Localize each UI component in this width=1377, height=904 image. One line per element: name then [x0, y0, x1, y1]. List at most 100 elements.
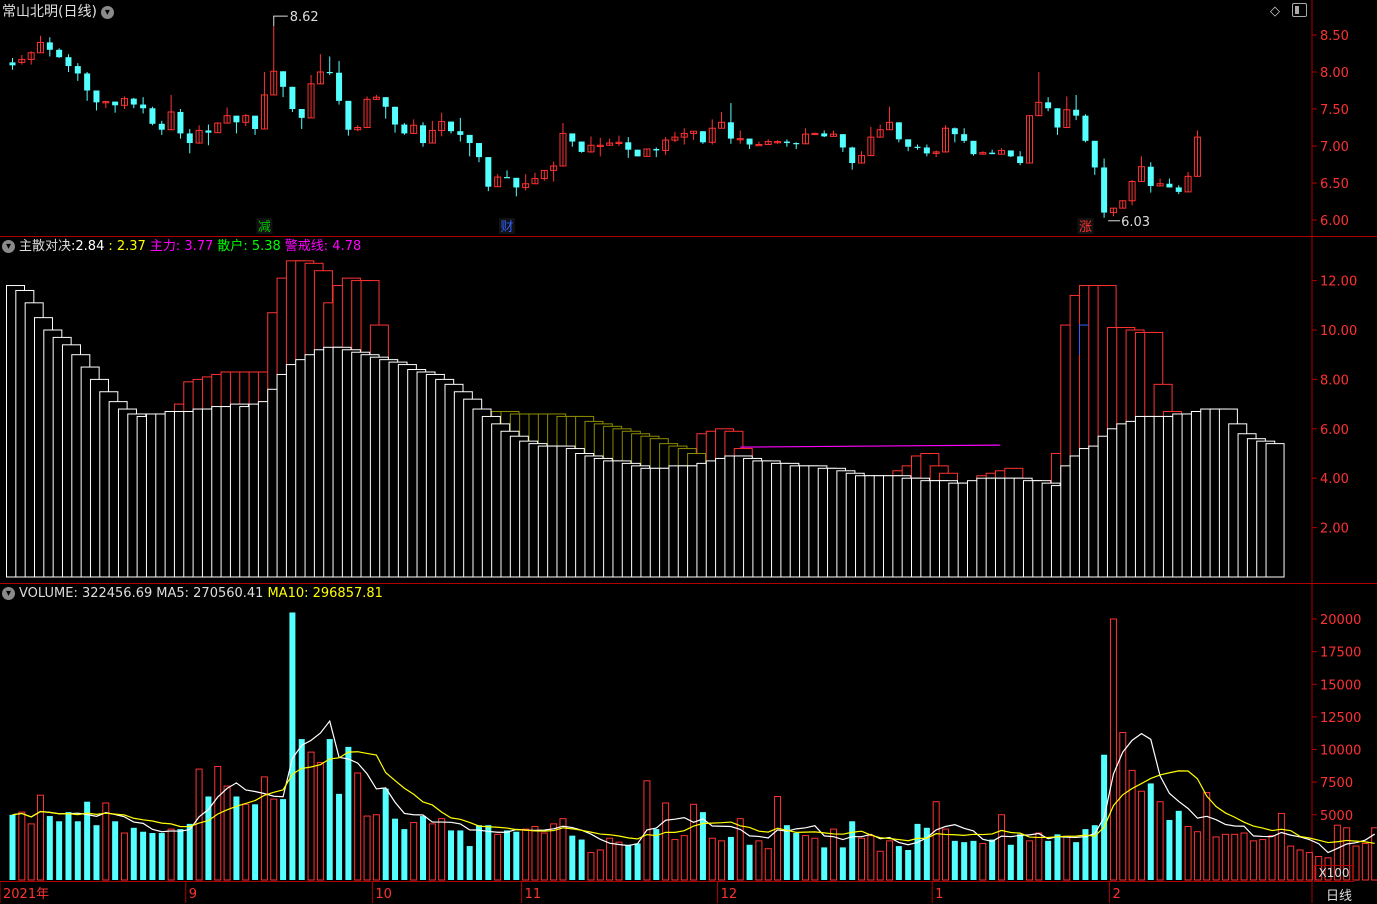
- volume-bar-up: [261, 777, 267, 880]
- panel-toggle-icon[interactable]: [1292, 3, 1307, 17]
- low-marker-label: 6.03: [1121, 215, 1150, 230]
- scale-label[interactable]: X100: [1314, 865, 1354, 882]
- volume-bar-down: [793, 833, 799, 880]
- period-tab[interactable]: 日线: [1326, 885, 1352, 904]
- volume-bar-up: [1288, 846, 1294, 880]
- volume-bar-up: [1110, 619, 1116, 880]
- event-marker-label: 减: [258, 220, 271, 235]
- candle-body-down: [569, 133, 575, 141]
- candle-body-down: [485, 157, 491, 187]
- volume-bar-down: [915, 824, 921, 880]
- candle-body-down: [336, 73, 342, 101]
- volume-bar-down: [187, 824, 193, 880]
- volume-bar-up: [719, 841, 725, 880]
- volume-bar-up: [1120, 733, 1126, 880]
- volume-bar-down: [280, 799, 286, 880]
- candle-body-down: [280, 71, 286, 87]
- candle-body-down: [177, 112, 183, 133]
- volume-bar-up: [607, 838, 613, 880]
- candle-body-down: [457, 131, 463, 135]
- indicator-panel-header: ▾主散对决:2.84: 2.37主力: 3.77散户: 5.38警戒线: 4.7…: [2, 239, 365, 255]
- volume-bar-down: [93, 825, 99, 880]
- volume-bar-up: [215, 766, 221, 880]
- candle-body-down: [448, 122, 454, 132]
- candle-body-down: [915, 147, 921, 148]
- volume-bar-up: [37, 795, 43, 880]
- volume-bar-down: [728, 837, 734, 880]
- volume-bar-down: [476, 825, 482, 880]
- volume-bar-up: [523, 829, 529, 880]
- zhuli-value: : 3.77: [176, 239, 213, 254]
- volume-tick-label: 17500: [1320, 646, 1361, 661]
- volume-bar-up: [373, 815, 379, 880]
- high-marker-label: 8.62: [290, 10, 319, 25]
- candle-body-down: [65, 57, 71, 66]
- candle-body-down: [84, 73, 90, 90]
- volume-bar-up: [224, 786, 230, 880]
- dropdown-arrow-icon[interactable]: ▾: [101, 6, 114, 19]
- candle-body-down: [989, 153, 995, 154]
- chart-canvas[interactable]: 8.626.03减财涨 8.508.007.507.006.506.0012.0…: [0, 0, 1377, 903]
- x-axis-label: 1: [935, 887, 943, 902]
- volume-label[interactable]: VOLUME: [19, 586, 73, 601]
- volume-bar-up: [887, 841, 893, 880]
- volume-bar-down: [1017, 834, 1023, 880]
- price-tick-label: 8.50: [1320, 29, 1349, 44]
- candle-body-down: [159, 124, 165, 130]
- candle-body-down: [1008, 150, 1014, 156]
- volume-bar-down: [1054, 834, 1060, 880]
- price-tick-label: 6.00: [1320, 214, 1349, 229]
- candle-body-down: [905, 139, 911, 146]
- volume-bar-up: [980, 843, 986, 880]
- volume-bar-down: [159, 833, 165, 880]
- volume-bar-down: [747, 845, 753, 880]
- volume-bar-down: [1008, 845, 1014, 880]
- volume-bar-up: [812, 838, 818, 880]
- volume-bar-up: [495, 834, 501, 880]
- candle-body-down: [896, 122, 902, 139]
- volume-bar-up: [317, 763, 323, 880]
- volume-bar-up: [998, 815, 1004, 880]
- candle-body-down: [140, 105, 146, 109]
- candle-body-down: [924, 147, 930, 153]
- volume-bar-up: [691, 804, 697, 880]
- candle-body-down: [476, 143, 482, 157]
- diamond-icon[interactable]: ◇: [1270, 4, 1280, 19]
- volume-bar-down: [457, 830, 463, 880]
- candle-body-down: [187, 133, 193, 143]
- volume-bar-down: [635, 843, 641, 880]
- volume-bar-up: [1222, 834, 1228, 880]
- dropdown-arrow-icon[interactable]: ▾: [2, 240, 15, 253]
- volume-bar-up: [616, 842, 622, 880]
- volume-bar-up: [775, 796, 781, 880]
- volume-chart: [10, 612, 1377, 880]
- volume-bar-down: [821, 847, 827, 880]
- volume-bar-down: [448, 830, 454, 880]
- ma5-label: MA5: [156, 586, 184, 601]
- candle-body-down: [112, 102, 118, 106]
- volume-bar-down: [392, 819, 398, 880]
- indicator-tick-label: 12.00: [1320, 275, 1357, 290]
- volume-bar-up: [1260, 840, 1266, 880]
- dropdown-arrow-icon[interactable]: ▾: [2, 587, 15, 600]
- volume-bar-up: [1241, 833, 1247, 880]
- candle-body-down: [93, 91, 99, 103]
- indicator-title[interactable]: 主散对决: [19, 239, 71, 254]
- volume-bar-up: [439, 819, 445, 880]
- volume-bar-down: [849, 821, 855, 880]
- volume-tick-label: 10000: [1320, 744, 1361, 759]
- price-panel-header: 常山北明(日线)▾: [2, 4, 118, 21]
- volume-bar-up: [1138, 791, 1144, 880]
- volume-bar-down: [131, 828, 137, 880]
- volume-bar-up: [803, 836, 809, 880]
- indicator-chart: [7, 261, 1285, 577]
- volume-bar-down: [989, 840, 995, 880]
- volume-bar-down: [896, 846, 902, 880]
- indicator-tick-label: 6.00: [1320, 423, 1349, 438]
- candle-body-down: [10, 62, 16, 65]
- candle-body-down: [252, 116, 258, 129]
- candle-body-down: [635, 150, 641, 157]
- volume-bar-down: [467, 846, 473, 880]
- volume-bar-down: [905, 850, 911, 880]
- indicator-tick-label: 8.00: [1320, 373, 1349, 388]
